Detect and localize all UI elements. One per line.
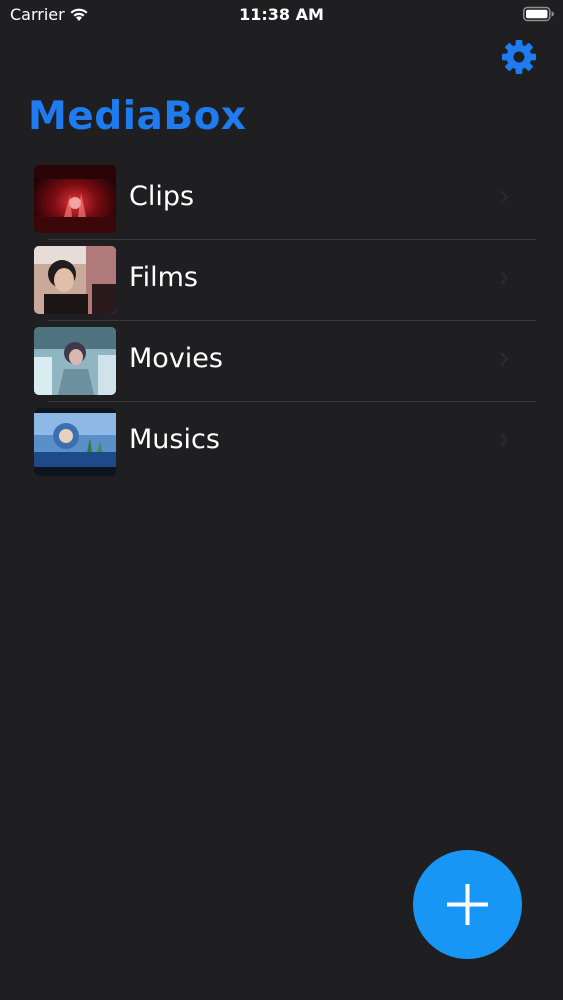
thumbnail-image (34, 165, 116, 233)
chevron-right-icon (500, 352, 508, 366)
chevron-right-icon (500, 271, 508, 285)
status-bar: Carrier 11:38 AM (0, 0, 563, 30)
list-item-clips[interactable]: Clips (0, 159, 563, 240)
add-button[interactable] (413, 850, 522, 959)
list-item-musics[interactable]: Musics (0, 402, 563, 483)
chevron-right-icon (500, 433, 508, 447)
thumbnail-image (34, 327, 116, 395)
list-item-films[interactable]: Films (0, 240, 563, 321)
list-item-label: Musics (129, 424, 220, 455)
page-title: MediaBox (28, 94, 247, 139)
chevron-right-icon (500, 190, 508, 204)
list-item-label: Clips (129, 181, 195, 212)
list-item-movies[interactable]: Movies (0, 321, 563, 402)
gear-icon (502, 40, 536, 74)
folder-list: Clips Films Movies Musics (0, 159, 563, 483)
settings-button[interactable] (501, 39, 537, 75)
status-time: 11:38 AM (239, 5, 324, 24)
thumbnail-image (34, 246, 116, 314)
plus-icon (447, 884, 488, 925)
list-item-label: Movies (129, 343, 223, 374)
list-item-label: Films (129, 262, 198, 293)
thumbnail-image (34, 408, 116, 476)
battery-icon (523, 6, 554, 22)
